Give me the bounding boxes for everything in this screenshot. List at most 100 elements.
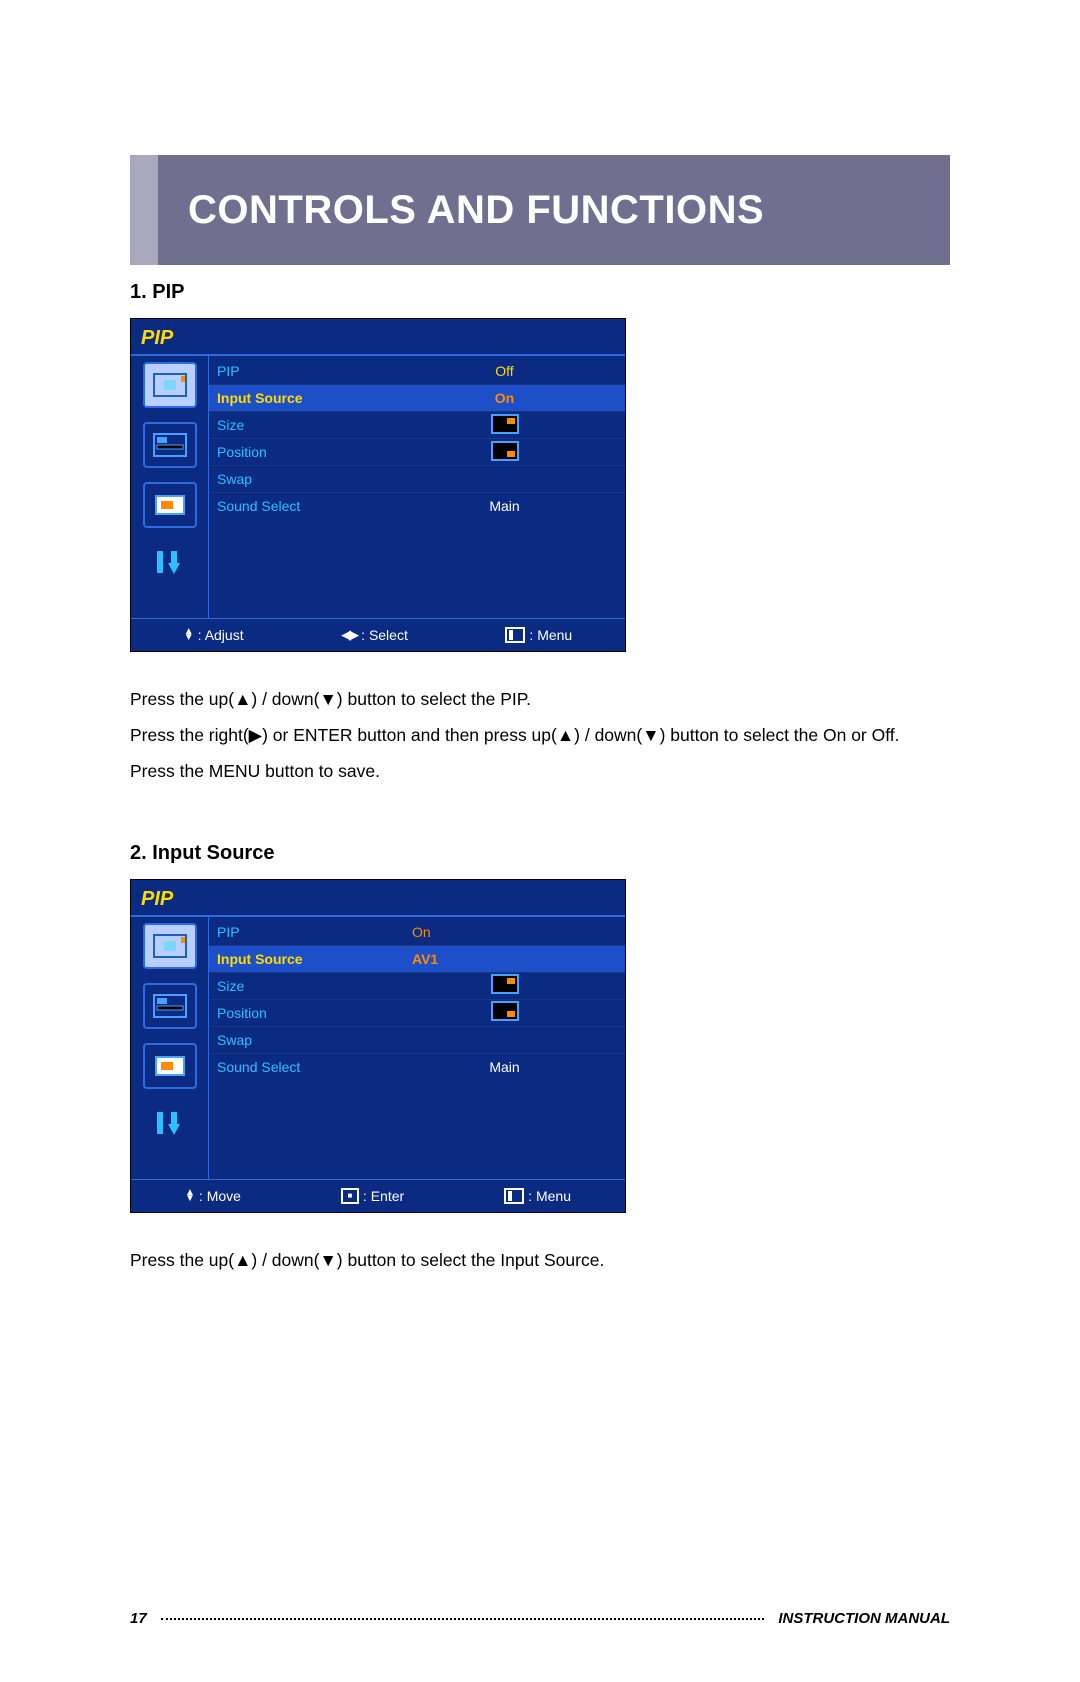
row2-position[interactable]: Position bbox=[209, 999, 625, 1026]
tab-setup-icon[interactable] bbox=[145, 542, 195, 584]
position-thumbnail-icon bbox=[491, 441, 519, 461]
osd1-body: PIP Off Input Source On Size Position Sw… bbox=[131, 356, 625, 618]
osd2-title: PIP bbox=[131, 880, 625, 913]
row-size[interactable]: Size bbox=[209, 411, 625, 438]
osd1-title: PIP bbox=[131, 319, 625, 352]
row2-sound-select-value: Main bbox=[392, 1059, 617, 1075]
row2-input-source-value: AV1 bbox=[392, 951, 617, 967]
osd2-list: PIP On Input Source AV1 Size Position Sw… bbox=[209, 917, 625, 1179]
page-number: 17 bbox=[130, 1610, 147, 1627]
row2-input-source-label: Input Source bbox=[217, 951, 392, 967]
hint-adjust: ▲▼ : Adjust bbox=[184, 627, 244, 643]
pip-display-icon bbox=[153, 373, 187, 397]
row2-sound-select-label: Sound Select bbox=[217, 1059, 392, 1075]
hint-adjust-text: Adjust bbox=[205, 627, 244, 643]
page-footer: 17 INSTRUCTION MANUAL bbox=[130, 1610, 950, 1627]
row2-input-source[interactable]: Input Source AV1 bbox=[209, 945, 625, 972]
row2-pip-label: PIP bbox=[217, 924, 392, 940]
row2-size-label: Size bbox=[217, 978, 392, 994]
size-thumbnail-icon bbox=[491, 414, 519, 434]
menu-icon bbox=[504, 1188, 524, 1204]
updown-icon: ▲▼ bbox=[185, 1190, 195, 1202]
pip-display-icon bbox=[153, 934, 187, 958]
size-thumbnail-icon bbox=[491, 974, 519, 994]
position-thumbnail-icon bbox=[491, 1001, 519, 1021]
row2-sound-select[interactable]: Sound Select Main bbox=[209, 1053, 625, 1080]
osd2-icon-column bbox=[131, 917, 209, 1179]
osd1-icon-column bbox=[131, 356, 209, 618]
row-sound-select[interactable]: Sound Select Main bbox=[209, 492, 625, 519]
section-header: CONTROLS AND FUNCTIONS bbox=[130, 155, 950, 265]
enter-icon: ■ bbox=[341, 1188, 359, 1204]
row-input-source-value: On bbox=[392, 390, 617, 406]
osd-panel-2: PIP PIP On bbox=[130, 879, 626, 1213]
page-title: CONTROLS AND FUNCTIONS bbox=[188, 188, 764, 233]
row-pip-label: PIP bbox=[217, 363, 392, 379]
row-input-source[interactable]: Input Source On bbox=[209, 384, 625, 411]
section2-copy1: Press the up(▲) / down(▼) button to sele… bbox=[130, 1243, 950, 1279]
osd1-hints: ▲▼ : Adjust ◀▶ : Select : Menu bbox=[131, 618, 625, 651]
section1-copy1: Press the up(▲) / down(▼) button to sele… bbox=[130, 682, 950, 718]
row2-size-value bbox=[392, 974, 617, 997]
tab-picture-icon[interactable] bbox=[143, 1043, 197, 1089]
osd2-body: PIP On Input Source AV1 Size Position Sw… bbox=[131, 917, 625, 1179]
menu-icon bbox=[505, 627, 525, 643]
section1-copy: Press the up(▲) / down(▼) button to sele… bbox=[130, 682, 950, 790]
hint-menu2-text: Menu bbox=[536, 1188, 571, 1204]
row2-swap-label: Swap bbox=[217, 1032, 392, 1048]
monitor-icon bbox=[153, 1054, 187, 1078]
section2-heading: 2. Input Source bbox=[130, 842, 950, 865]
section1-heading: 1. PIP bbox=[130, 281, 950, 304]
row2-position-label: Position bbox=[217, 1005, 392, 1021]
osd2-hints: ▲▼ : Move ■ : Enter : Menu bbox=[131, 1179, 625, 1212]
hint-menu2: : Menu bbox=[504, 1188, 571, 1204]
row-size-value bbox=[392, 414, 617, 437]
row-pip[interactable]: PIP Off bbox=[209, 358, 625, 384]
row-size-label: Size bbox=[217, 417, 392, 433]
tools-icon bbox=[153, 1109, 187, 1139]
row-swap-label: Swap bbox=[217, 471, 392, 487]
hint-menu: : Menu bbox=[505, 627, 572, 643]
row-position-label: Position bbox=[217, 444, 392, 460]
tools-icon bbox=[153, 548, 187, 578]
screen-split-icon bbox=[153, 433, 187, 457]
updown-icon: ▲▼ bbox=[184, 629, 194, 641]
row-sound-select-value: Main bbox=[392, 498, 617, 514]
hint-select-text: Select bbox=[369, 627, 408, 643]
screen-split-icon bbox=[153, 994, 187, 1018]
osd1-list: PIP Off Input Source On Size Position Sw… bbox=[209, 356, 625, 618]
hint-move: ▲▼ : Move bbox=[185, 1188, 241, 1204]
tab-layout-icon[interactable] bbox=[143, 983, 197, 1029]
footer-dots bbox=[161, 1618, 765, 1620]
hint-move-text: Move bbox=[207, 1188, 241, 1204]
row2-pip[interactable]: PIP On bbox=[209, 919, 625, 945]
hint-menu-text: Menu bbox=[537, 627, 572, 643]
tab-pip-icon[interactable] bbox=[143, 362, 197, 408]
section2-copy: Press the up(▲) / down(▼) button to sele… bbox=[130, 1243, 950, 1279]
tab-setup-icon[interactable] bbox=[145, 1103, 195, 1145]
hint-enter-text: Enter bbox=[371, 1188, 404, 1204]
row2-position-value bbox=[392, 1001, 617, 1024]
monitor-icon bbox=[153, 493, 187, 517]
section1-copy2: Press the right(▶) or ENTER button and t… bbox=[130, 718, 950, 754]
row-swap[interactable]: Swap bbox=[209, 465, 625, 492]
header-tab bbox=[130, 155, 158, 265]
row-input-source-label: Input Source bbox=[217, 390, 392, 406]
row-position-value bbox=[392, 441, 617, 464]
row2-pip-value: On bbox=[392, 924, 617, 940]
section1-copy3: Press the MENU button to save. bbox=[130, 754, 950, 790]
hint-select: ◀▶ : Select bbox=[341, 627, 408, 643]
tab-layout-icon[interactable] bbox=[143, 422, 197, 468]
row-position[interactable]: Position bbox=[209, 438, 625, 465]
osd-panel-1: PIP PIP Off bbox=[130, 318, 626, 652]
leftright-icon: ◀▶ bbox=[341, 627, 357, 643]
row2-swap[interactable]: Swap bbox=[209, 1026, 625, 1053]
footer-label: INSTRUCTION MANUAL bbox=[778, 1610, 950, 1627]
page: CONTROLS AND FUNCTIONS 1. PIP PIP bbox=[0, 155, 1080, 1682]
row-pip-value: Off bbox=[392, 363, 617, 379]
row2-size[interactable]: Size bbox=[209, 972, 625, 999]
tab-pip-icon[interactable] bbox=[143, 923, 197, 969]
tab-picture-icon[interactable] bbox=[143, 482, 197, 528]
hint-enter: ■ : Enter bbox=[341, 1188, 404, 1204]
row-sound-select-label: Sound Select bbox=[217, 498, 392, 514]
